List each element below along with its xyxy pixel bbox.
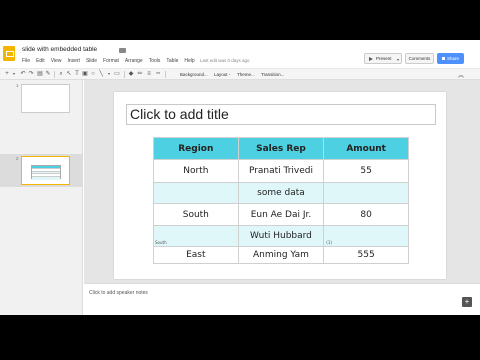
menu-slide[interactable]: Slide <box>86 58 97 64</box>
collapse-toolbar-icon[interactable]: ︽ <box>458 70 464 79</box>
toolbar-divider <box>124 71 125 78</box>
ghost-cell-text: South <box>155 240 167 245</box>
folder-icon[interactable] <box>119 48 126 53</box>
menu-view[interactable]: View <box>51 58 62 64</box>
slide-number: 1 <box>16 83 19 88</box>
table-cell[interactable]: East <box>153 246 239 264</box>
border-color-icon[interactable]: ✏ <box>137 71 143 77</box>
slide-filmstrip: 1 2 <box>0 80 83 315</box>
title-placeholder[interactable]: Click to add title <box>126 104 436 125</box>
layout-button[interactable]: Layout - <box>214 70 230 79</box>
table-header-cell[interactable]: Sales Rep <box>237 137 325 160</box>
new-slide-icon[interactable]: + <box>4 71 10 77</box>
app-header: slide with embedded table File Edit View… <box>0 40 480 68</box>
menu-edit[interactable]: Edit <box>36 58 45 64</box>
transition-button[interactable]: Transition... <box>261 70 284 79</box>
print-icon[interactable]: ▤ <box>37 71 43 77</box>
table-cell[interactable]: Eun Ae Dai Jr. <box>237 203 325 226</box>
paint-format-icon[interactable]: ✎ <box>45 71 51 77</box>
table-cell[interactable]: Anming Yam <box>237 246 325 264</box>
table-row: South Eun Ae Dai Jr. 80 <box>153 203 409 226</box>
ghost-cell-text: (1) <box>326 240 332 245</box>
slides-app-window: slide with embedded table File Edit View… <box>0 40 480 315</box>
fill-color-icon[interactable]: ◆ <box>128 71 134 77</box>
slide-thumbnail-2-selection[interactable]: 2 <box>0 154 83 187</box>
menu-format[interactable]: Format <box>103 58 119 64</box>
slide-editor-canvas[interactable]: Click to add title Region Sales Rep Amou… <box>84 80 480 315</box>
background-button[interactable]: Background... <box>180 70 208 79</box>
speaker-notes-placeholder[interactable]: Click to add speaker notes <box>89 290 148 296</box>
table-row: North Pranati Trivedi 55 <box>153 159 409 183</box>
table-header-row: Region Sales Rep Amount <box>153 137 409 160</box>
table-row: some data <box>153 182 409 204</box>
theme-button[interactable]: Theme... <box>237 70 255 79</box>
speaker-notes-panel[interactable]: Click to add speaker notes + <box>84 283 480 315</box>
table-cell[interactable]: Wuti Hubbard <box>237 225 325 247</box>
table-cell[interactable]: 555 <box>323 246 409 264</box>
thumbnail-table-row <box>32 177 60 180</box>
lock-icon <box>441 57 445 60</box>
last-edit-note[interactable]: Last edit was 0 days ago <box>200 58 250 63</box>
thumbnail-table-preview <box>31 165 61 180</box>
present-button[interactable]: Present ▾ <box>364 53 402 64</box>
undo-icon[interactable]: ↶ <box>20 71 26 77</box>
chevron-down-icon[interactable]: ▾ <box>397 57 399 62</box>
table-cell[interactable]: some data <box>237 182 325 204</box>
toolbar: + ▾ ↶ ↷ ▤ ✎ ⌕ ↖ T ▣ ○ ╲ ▾ ▭ ◆ ✏ ≡ ┅ Back… <box>0 68 480 80</box>
slide-thumbnail-1[interactable] <box>21 84 70 113</box>
table-cell[interactable]: South <box>153 203 239 226</box>
chevron-down-icon[interactable]: ▾ <box>11 71 17 77</box>
share-label: Share <box>446 56 459 61</box>
table-row: East Anming Yam 555 <box>153 246 409 264</box>
slides-logo-icon[interactable] <box>3 46 15 61</box>
menu-insert[interactable]: Insert <box>67 58 80 64</box>
toolbar-divider <box>165 71 166 78</box>
menu-table[interactable]: Table <box>166 58 178 64</box>
slide-number: 2 <box>16 156 19 161</box>
menu-file[interactable]: File <box>22 58 30 64</box>
menu-bar: File Edit View Insert Slide Format Arran… <box>22 58 201 64</box>
redo-icon[interactable]: ↷ <box>28 71 34 77</box>
table-row: South Wuti Hubbard (1) <box>153 225 409 247</box>
zoom-icon[interactable]: ⌕ <box>58 71 64 77</box>
menu-arrange[interactable]: Arrange <box>125 58 143 64</box>
document-title[interactable]: slide with embedded table <box>22 46 97 53</box>
chevron-down-icon[interactable]: ▾ <box>106 71 112 77</box>
comment-icon[interactable]: ▭ <box>114 71 120 77</box>
table-cell[interactable]: Pranati Trivedi <box>237 159 325 183</box>
comments-button[interactable]: Comments <box>405 53 434 64</box>
menu-help[interactable]: Help <box>184 58 194 64</box>
present-label: Present <box>376 56 392 61</box>
shape-icon[interactable]: ○ <box>90 71 96 77</box>
slide-page[interactable]: Click to add title Region Sales Rep Amou… <box>114 92 446 279</box>
line-icon[interactable]: ╲ <box>98 71 104 77</box>
border-dash-icon[interactable]: ┅ <box>155 71 161 77</box>
table-cell[interactable]: South <box>153 225 239 247</box>
share-button[interactable]: Share <box>437 53 464 64</box>
table-cell[interactable] <box>153 182 239 204</box>
table-cell[interactable]: 80 <box>323 203 409 226</box>
table-cell[interactable] <box>323 182 409 204</box>
select-icon[interactable]: ↖ <box>66 71 72 77</box>
border-weight-icon[interactable]: ≡ <box>146 71 152 77</box>
table-cell[interactable]: 55 <box>323 159 409 183</box>
explore-icon[interactable]: + <box>462 297 472 307</box>
embedded-table[interactable]: Region Sales Rep Amount North Pranati Tr… <box>153 137 409 264</box>
play-icon <box>369 56 373 61</box>
table-cell[interactable]: North <box>153 159 239 183</box>
image-icon[interactable]: ▣ <box>82 71 88 77</box>
toolbar-divider <box>54 71 55 78</box>
textbox-icon[interactable]: T <box>74 71 80 77</box>
slide-thumbnail-2[interactable] <box>21 156 70 185</box>
menu-tools[interactable]: Tools <box>149 58 161 64</box>
table-cell[interactable]: (1) <box>323 225 409 247</box>
table-header-cell[interactable]: Amount <box>323 137 409 160</box>
table-header-cell[interactable]: Region <box>153 137 239 160</box>
